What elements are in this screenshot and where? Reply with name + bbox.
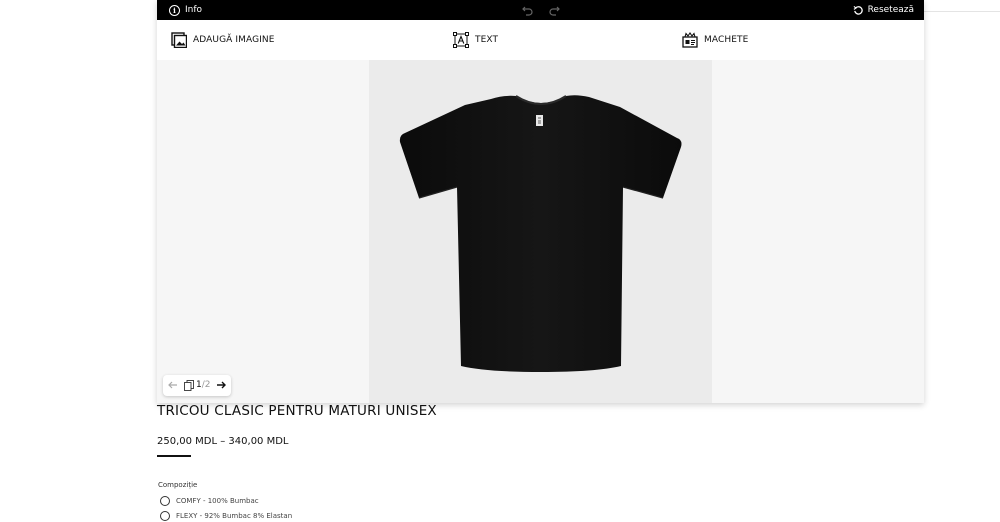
image-gallery-icon [171,32,187,48]
page-switcher: 1/2 [163,375,231,396]
text-box-icon [453,32,469,48]
add-image-button[interactable]: ADAUGĂ IMAGINE [171,30,275,50]
total-pages: /2 [201,380,211,390]
product-customizer: i Info Resetează ADAUGĂ IMAGINE TEXT MAC… [157,0,924,403]
templates-label: MACHETE [704,35,749,45]
editor-toolbar: ADAUGĂ IMAGINE TEXT MACHETE [157,20,924,60]
templates-button[interactable]: MACHETE [682,30,748,50]
text-tool-label: TEXT [475,35,499,45]
composition-label: Compoziție [158,481,198,489]
product-title: TRICOU CLASIC PENTRU MATURI UNISEX [157,403,437,419]
add-image-label: ADAUGĂ IMAGINE [193,35,275,45]
radio-button[interactable] [160,510,170,521]
composition-option-comfy[interactable]: COMFY - 100% Bumbac [160,494,259,507]
option-label: COMFY - 100% Bumbac [176,496,259,505]
info-button[interactable]: i Info [169,2,202,18]
info-label: Info [185,5,203,15]
top-divider [924,11,1000,12]
reset-icon [853,5,863,15]
editor-topbar: i Info Resetează [157,0,924,20]
radio-button[interactable] [160,495,170,506]
add-text-button[interactable]: TEXT [453,30,498,50]
composition-option-flexy[interactable]: FLEXY - 92% Bumbac 8% Elastan [160,509,292,522]
page-copy-icon [184,380,194,391]
templates-icon [682,32,698,48]
reset-label: Resetează [867,5,914,15]
price-range: 250,00 MDL – 340,00 MDL [157,436,289,447]
option-label: FLEXY - 92% Bumbac 8% Elastan [176,511,293,520]
price-underline [157,455,191,457]
page-indicator: 1/2 [196,379,211,391]
info-icon: i [169,4,180,16]
arrow-right-icon[interactable] [215,379,227,391]
redo-icon[interactable] [547,3,561,17]
tshirt-preview [399,95,682,372]
undo-icon[interactable] [521,3,535,17]
arrow-left-icon[interactable] [167,379,179,391]
design-canvas[interactable] [369,60,712,403]
reset-button[interactable]: Resetează [853,2,914,18]
